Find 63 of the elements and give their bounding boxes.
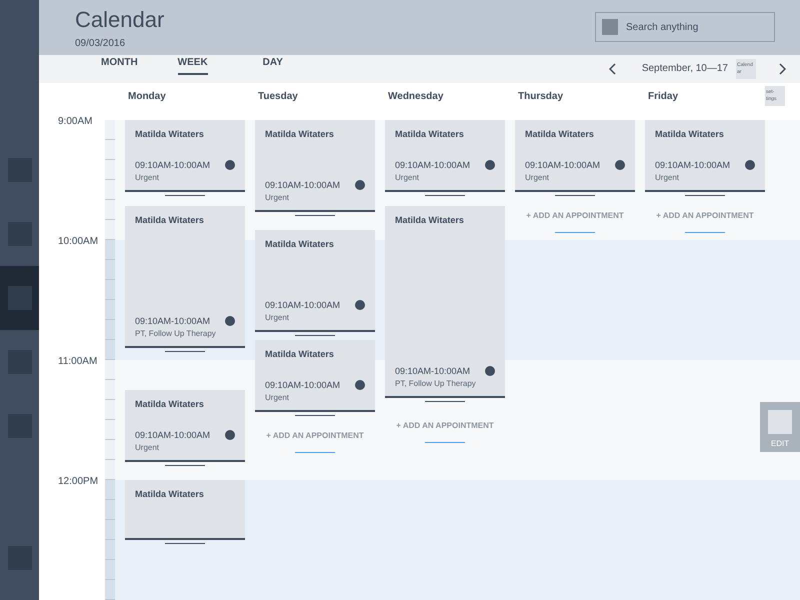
view-tab[interactable]: WEEK xyxy=(178,54,208,75)
day-heading: Monday xyxy=(127,90,167,104)
day-heading: Tuesday xyxy=(257,90,299,104)
patient-name: Matilda Witaters xyxy=(265,238,335,251)
appointment-note: Urgent xyxy=(395,172,420,184)
patient-name: Matilda Witaters xyxy=(395,128,465,141)
current-date: 09/03/2016 xyxy=(75,37,126,52)
date-range: September, 10—17 xyxy=(642,62,728,76)
appointment-card[interactable]: Matilda Witaters 09:10AM-10:00AM Urgent xyxy=(385,120,505,192)
appointment-note: Urgent xyxy=(265,392,290,404)
appointment-card[interactable]: Matilda Witaters 09:10AM-10:00AM PT, Follow Up Therapy xyxy=(385,206,505,398)
time-label: 10:00AM xyxy=(57,235,100,249)
patient-name: Matilda Witaters xyxy=(265,348,335,361)
appointment-time: 09:10AM-10:00AM xyxy=(135,314,210,328)
appointment-card[interactable]: Matilda Witaters 09:10AM-10:00AM Urgent xyxy=(255,230,375,332)
appointment-time: 09:10AM-10:00AM xyxy=(135,428,210,442)
appointment-note: Urgent xyxy=(135,172,160,184)
appointment-time: 09:10AM-10:00AM xyxy=(265,178,340,192)
appointment-card[interactable]: Matilda Witaters 09:10AM-10:00AM Urgent xyxy=(125,390,245,462)
view-tab[interactable]: DAY xyxy=(262,54,283,75)
appointment-time: 09:10AM-10:00AM xyxy=(525,158,600,172)
appointment-card[interactable]: Matilda Witaters 09:10AM-10:00AM Urgent xyxy=(125,120,245,192)
patient-name: Matilda Witaters xyxy=(525,128,595,141)
patient-name: Matilda Witaters xyxy=(135,488,205,501)
appointment-note: Urgent xyxy=(265,192,290,204)
search-icon xyxy=(602,19,618,36)
square-icon xyxy=(768,410,792,434)
appointment-time: 09:10AM-10:00AM xyxy=(395,364,470,378)
patient-name: Matilda Witaters xyxy=(135,128,205,141)
appointment-note: Urgent xyxy=(265,312,290,324)
patient-name: Matilda Witaters xyxy=(655,128,725,141)
appointment-card[interactable]: Matilda Witaters 09:10AM-10:00AM Urgent xyxy=(515,120,635,192)
appointment-note: Urgent xyxy=(525,172,550,184)
appointment-note: PT, Follow Up Therapy xyxy=(135,328,217,340)
appointment-card[interactable]: Matilda Witaters 09:10AM-10:00AM Urgent xyxy=(255,340,375,412)
view-tab[interactable]: MONTH xyxy=(101,54,138,75)
next-arrow-icon[interactable] xyxy=(778,62,786,75)
appointment-card[interactable]: Matilda Witaters 09:10AM-10:00AM Urgent xyxy=(645,120,765,192)
appointment-time: 09:10AM-10:00AM xyxy=(265,298,340,312)
page-title: Calendar xyxy=(75,6,164,34)
patient-name: Matilda Witaters xyxy=(135,214,205,227)
appointment-card[interactable]: Matilda Witaters 09:10AM-10:00AM PT, Follow Up Therapy xyxy=(125,206,245,348)
time-label: 11:00AM xyxy=(57,355,98,369)
appointment-time: 09:10AM-10:00AM xyxy=(135,158,210,172)
patient-name: Matilda Witaters xyxy=(265,128,335,141)
appointment-time: 09:10AM-10:00AM xyxy=(655,158,730,172)
sidebar-item[interactable] xyxy=(0,266,39,330)
patient-name: Matilda Witaters xyxy=(135,398,205,411)
time-label: 12:00PM xyxy=(57,475,100,489)
day-heading: Thursday xyxy=(517,90,564,104)
search-field[interactable]: Search anything xyxy=(595,12,775,42)
appointment-note: Urgent xyxy=(655,172,680,184)
patient-name: Matilda Witaters xyxy=(395,214,465,227)
previous-arrow-icon[interactable] xyxy=(608,62,617,75)
appointment-time: 09:10AM-10:00AM xyxy=(265,378,340,392)
day-heading: Friday xyxy=(647,90,680,104)
appointment-card[interactable]: Matilda Witaters 09:10AM-10:00AM Urgent xyxy=(255,120,375,212)
appointment-time: 09:10AM-10:00AM xyxy=(395,158,470,172)
day-heading: Wednesday xyxy=(387,90,444,104)
time-label: 9:00AM xyxy=(57,115,94,129)
appointment-note: Urgent xyxy=(135,442,160,454)
appointment-note: PT, Follow Up Therapy xyxy=(395,378,477,390)
appointment-card[interactable]: Matilda Witaters xyxy=(125,480,245,540)
